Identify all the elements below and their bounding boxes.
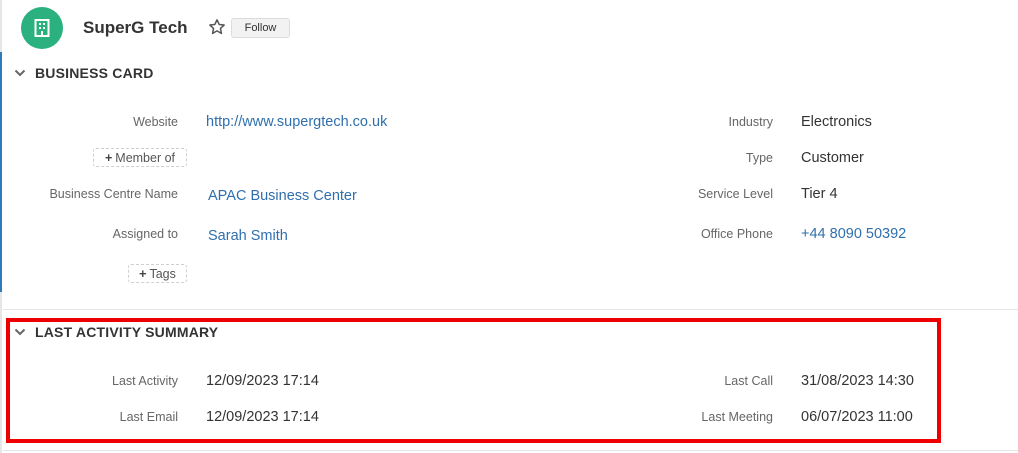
follow-button[interactable]: Follow (231, 18, 290, 38)
add-member-of-button[interactable]: + Member of (93, 148, 187, 167)
type-value: Customer (801, 150, 864, 166)
page-left-accent (0, 52, 2, 292)
record-header: SuperG Tech Follow (0, 0, 1018, 56)
office-phone-label: Office Phone (700, 227, 773, 241)
record-avatar (21, 7, 63, 49)
business-centre-label: Business Centre Name (49, 187, 178, 201)
business-centre-link[interactable]: APAC Business Center (208, 188, 357, 204)
star-icon[interactable] (208, 18, 226, 36)
assigned-to-label: Assigned to (112, 227, 178, 241)
website-label: Website (133, 115, 178, 129)
industry-value: Electronics (801, 114, 872, 130)
add-tags-button[interactable]: + Tags (128, 264, 187, 283)
section-divider (3, 309, 1018, 310)
building-icon (34, 19, 50, 37)
service-level-value: Tier 4 (801, 186, 838, 202)
website-link[interactable]: http://www.supergtech.co.uk (206, 114, 387, 130)
plus-icon: + (139, 266, 147, 281)
office-phone-link[interactable]: +44 8090 50392 (801, 226, 906, 242)
plus-icon: + (104, 150, 113, 165)
tags-label: Tags (149, 266, 176, 281)
section-title-business-card[interactable]: BUSINESS CARD (35, 65, 154, 81)
service-level-label: Service Level (697, 187, 773, 201)
member-of-label: Member of (115, 150, 176, 165)
record-name: SuperG Tech (83, 18, 188, 37)
type-label: Type (745, 151, 773, 165)
assigned-to-link[interactable]: Sarah Smith (208, 228, 288, 244)
industry-label: Industry (728, 115, 773, 129)
highlight-box (6, 318, 941, 443)
chevron-down-icon[interactable] (14, 69, 26, 77)
section-divider (3, 450, 1018, 451)
